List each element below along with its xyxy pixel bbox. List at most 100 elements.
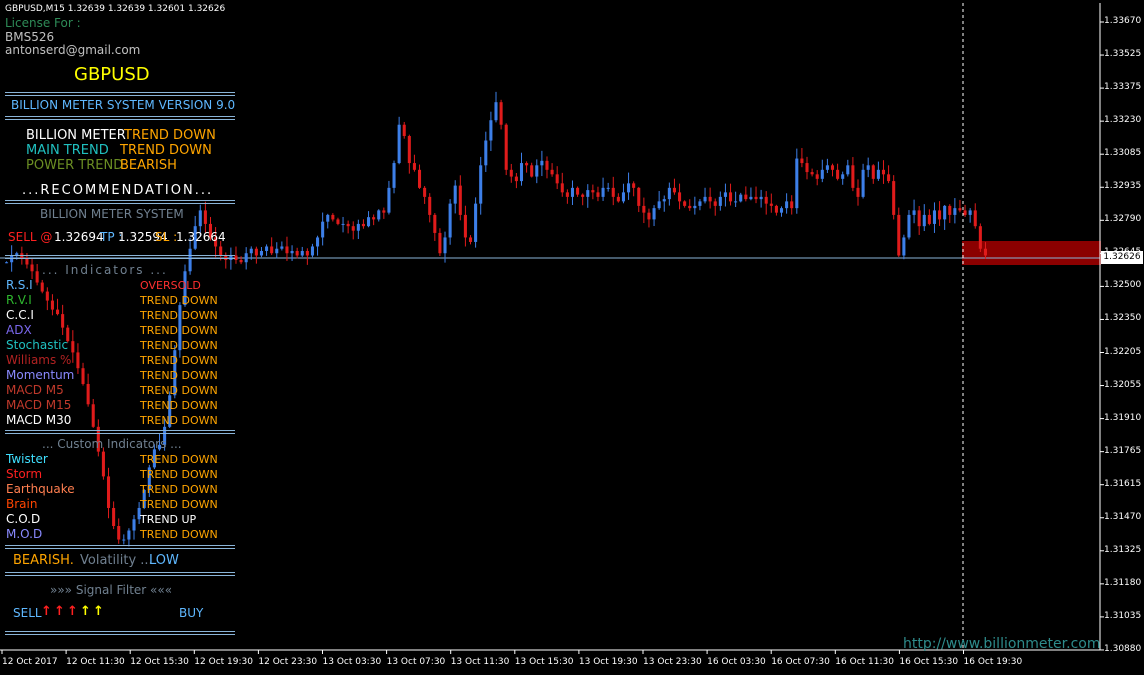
candle-bull [5,262,9,264]
candle-bull [249,248,253,254]
license-label: License For : [5,16,81,30]
signal-sl-label: SL : [155,230,178,244]
row-label-main-trend: MAIN TREND [26,143,109,158]
version-title: BILLION METER SYSTEM VERSION 9.0 [11,98,236,112]
candle-bull [912,210,916,215]
custom-indicator-status: TREND DOWN [140,498,218,511]
candle-bull [586,190,590,197]
candle-bear [423,187,427,197]
row-value-power-trend: BEARISH [120,158,177,173]
candle-bull [749,196,753,200]
signal-arrow: ↑ [67,604,78,619]
signal-arrow: ↑ [41,604,52,619]
candle-bull [321,221,325,238]
candle-bull [316,237,320,247]
time-tick-label: 13 Oct 15:30 [514,657,574,667]
candle-bear [81,368,85,384]
divider [5,545,235,549]
candle-bull [290,250,294,254]
time-tick-label: 16 Oct 11:30 [835,657,894,667]
price-tick-label: 1.32350 [1104,313,1142,324]
time-tick-label: 16 Oct 15:30 [899,657,959,667]
candle-bull [734,201,738,203]
indicator-name: Williams % [6,353,72,367]
candle-bull [861,169,865,197]
price-tick-label: 1.31180 [1104,577,1142,588]
candle-bull [443,237,447,254]
candle-bull [280,246,284,249]
candle-bull [122,539,126,541]
candle-bull [627,183,631,193]
candle-bull [606,187,610,189]
price-tick-label: 1.32500 [1104,280,1142,291]
candle-bear [805,163,809,173]
signal-side: SELL @ [8,230,53,244]
candle-bull [902,237,906,256]
time-tick-label: 12 Oct 11:30 [66,657,125,667]
divider [5,116,235,120]
candle-bear [295,250,299,256]
candle-bull [377,210,381,220]
candle-bear [402,124,406,137]
candle-bull [795,158,799,209]
candle-bear [270,246,274,254]
candle-bear [591,190,595,193]
candle-bear [611,187,615,197]
candle-bear [346,223,350,227]
candle-bear [744,194,748,200]
candle-bear [382,210,386,213]
candle-bear [71,341,75,353]
price-tick-label: 1.33375 [1104,82,1142,93]
candle-bear [642,205,646,213]
indicator-status: TREND DOWN [140,339,218,352]
indicator-status: TREND DOWN [140,324,218,337]
candle-bull [275,248,279,254]
symbol-header: GBPUSD,M15 1.32639 1.32639 1.32601 1.326… [5,4,226,14]
candle-bear [101,451,105,477]
candle-bear [927,214,931,224]
time-tick-label: 12 Oct 15:30 [130,657,189,667]
candle-bear [678,192,682,202]
divider [5,92,235,96]
candle-bull [785,201,789,209]
candle-bear [983,248,987,256]
candle-bear [203,210,207,224]
candle-bull [703,196,707,202]
candle-bear [647,212,651,220]
custom-indicator-status: TREND DOWN [140,468,218,481]
signal-sl: 1.32664 [176,230,226,244]
bias-word: BEARISH. [13,553,74,568]
time-tick-label: 13 Oct 11:30 [450,657,510,667]
candle-bull [652,208,656,220]
candle-bear [560,183,564,193]
candle-bull [188,248,192,272]
price-tick-label: 1.31615 [1104,478,1142,489]
candle-bear [254,248,258,256]
current-price-badge: 1.32626 [1101,251,1143,264]
candle-bear [106,476,111,508]
candle-bull [310,246,314,256]
candle-bear [764,196,768,204]
indicator-status: TREND DOWN [140,294,218,307]
candle-bear [336,219,340,224]
candle-bear [978,226,982,249]
custom-indicator-status: TREND DOWN [140,483,218,496]
candle-bear [728,192,733,202]
candle-bear [917,210,921,227]
indicators-title: ... Indicators ... [42,263,168,277]
candle-bear [239,259,243,263]
candle-bear [887,174,891,182]
candle-bull [968,210,972,215]
indicator-name: Momentum [6,368,75,382]
candle-bear [412,163,416,170]
candle-bear [616,196,620,202]
signal-filter-title: »»» Signal Filter ««« [50,583,173,597]
candle-bull [265,246,269,251]
candle-bear [112,507,116,527]
candle-bear [632,183,636,188]
candle-bull [779,208,784,213]
recommendation-title: ...RECOMMENDATION... [22,183,214,198]
candle-bull [825,165,829,170]
price-tick-label: 1.33085 [1104,148,1142,159]
candle-bull [570,187,575,197]
